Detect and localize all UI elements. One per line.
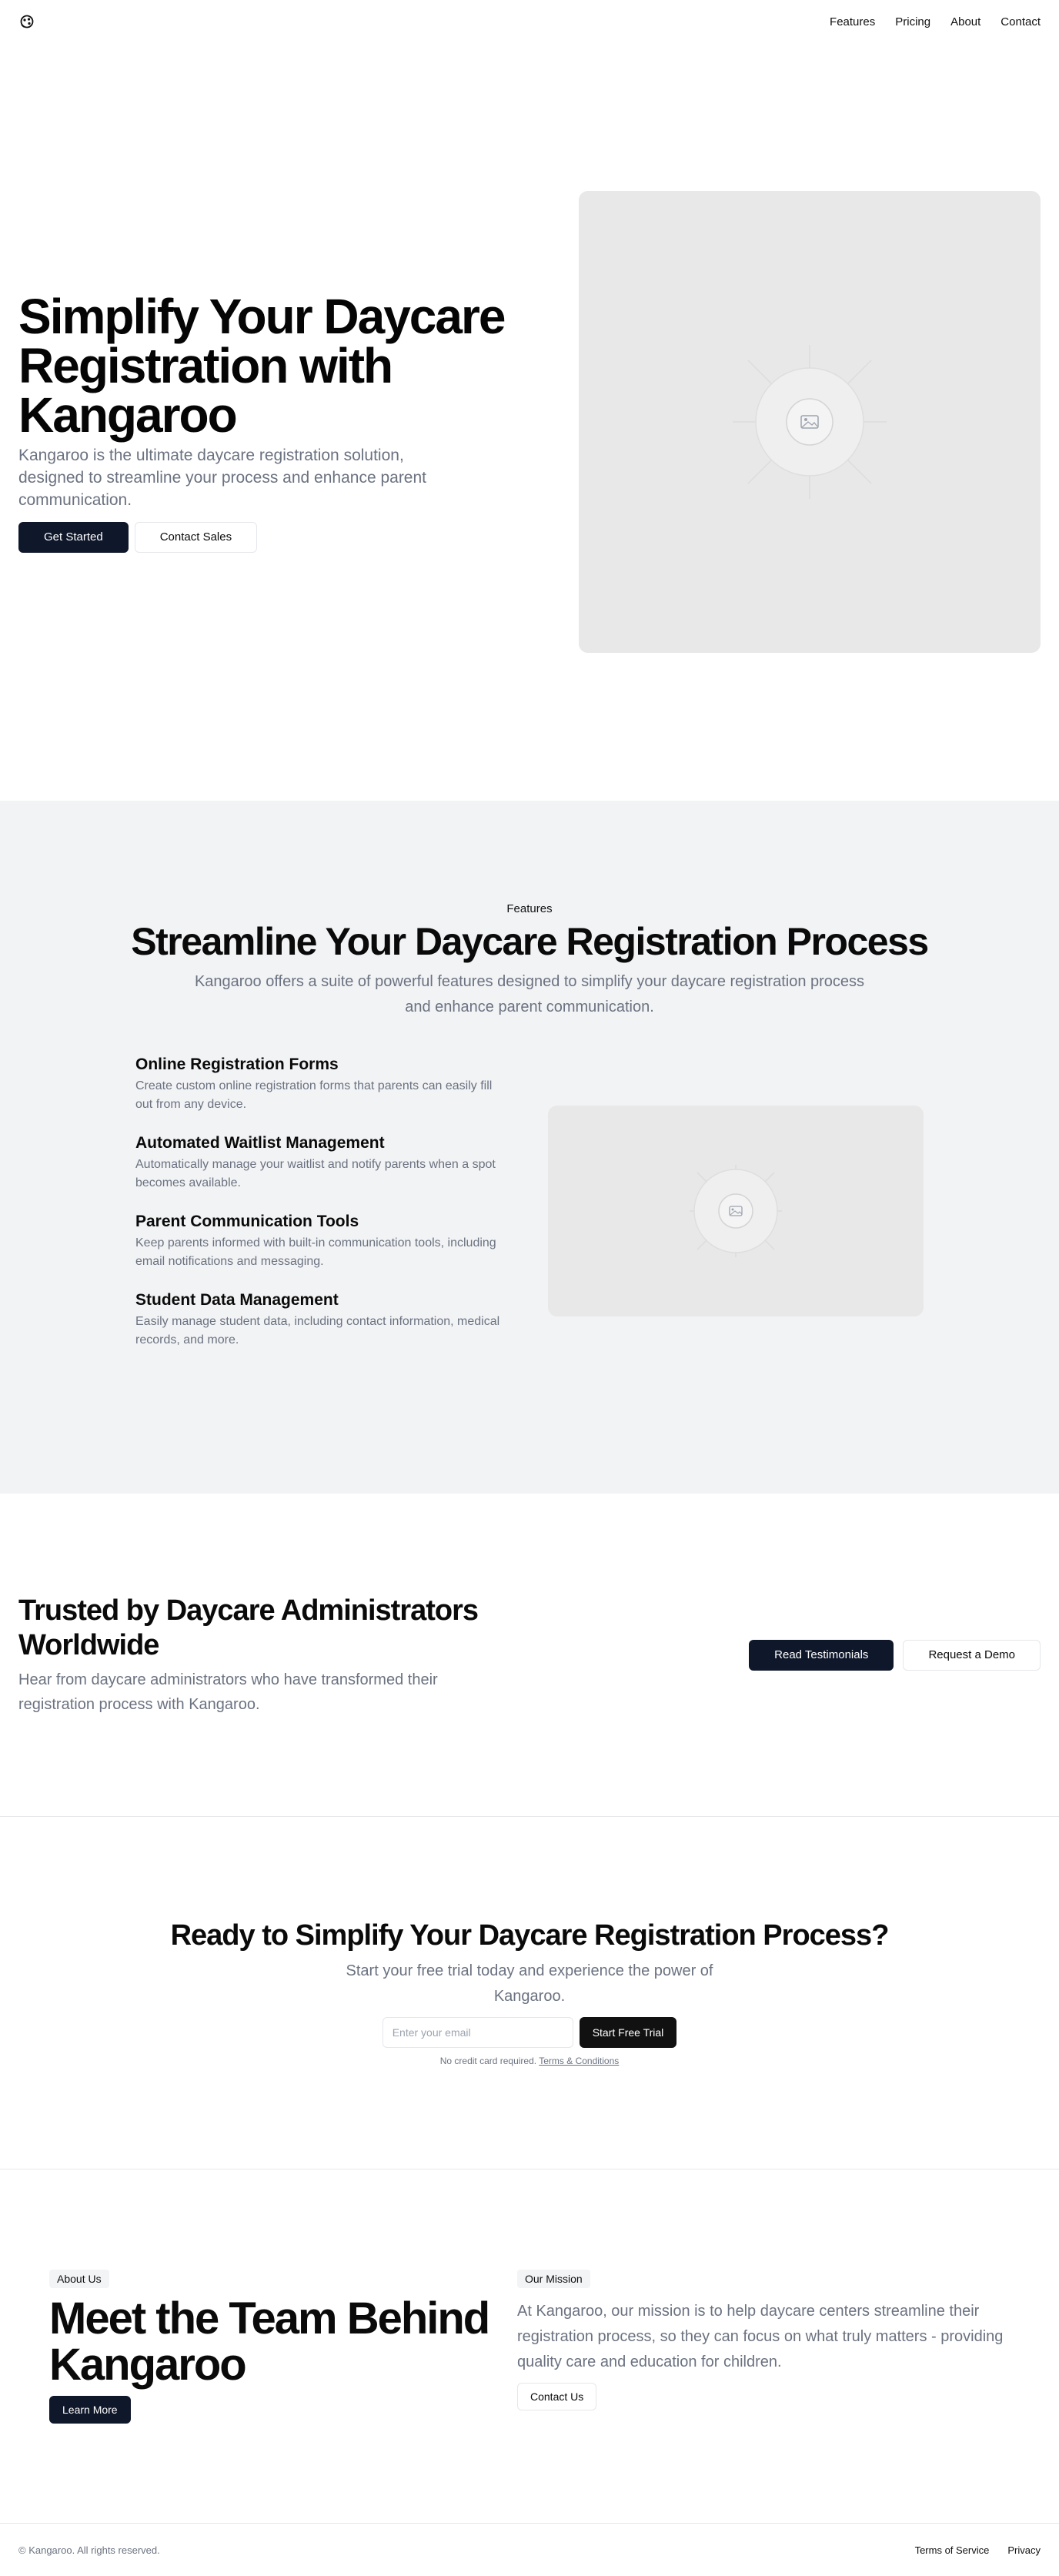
feature-description: Create custom online registration forms … <box>135 1079 493 1111</box>
nav-about[interactable]: About <box>950 15 980 28</box>
feature-item: Online Registration Forms Create custom … <box>135 1054 505 1114</box>
footer-links: Terms of Service Privacy <box>915 2544 1041 2556</box>
feature-list: Online Registration Forms Create custom … <box>135 1054 505 1368</box>
start-free-trial-button[interactable]: Start Free Trial <box>579 2017 677 2048</box>
hero-content: Simplify Your Daycare Registration with … <box>18 292 511 553</box>
features-eyebrow: Features <box>506 902 553 915</box>
main-nav: Features Pricing About Contact <box>830 15 1041 28</box>
features-image-placeholder <box>548 1106 924 1316</box>
learn-more-button[interactable]: Learn More <box>49 2396 131 2424</box>
nav-features[interactable]: Features <box>830 15 875 28</box>
copyright: © Kangaroo. All rights reserved. <box>18 2544 160 2556</box>
image-placeholder-icon <box>733 345 887 499</box>
testimonials-section: Trusted by Daycare Administrators Worldw… <box>0 1494 1059 1817</box>
feature-item: Student Data Management Easily manage st… <box>135 1290 505 1350</box>
feature-title: Online Registration Forms <box>135 1055 339 1073</box>
features-grid: Online Registration Forms Create custom … <box>135 1054 924 1368</box>
nav-pricing[interactable]: Pricing <box>895 15 930 28</box>
feature-title: Parent Communication Tools <box>135 1213 359 1230</box>
feature-description: Automatically manage your waitlist and n… <box>135 1158 496 1189</box>
read-testimonials-button[interactable]: Read Testimonials <box>749 1639 894 1671</box>
cta-subtitle: Start your free trial today and experien… <box>346 1962 713 2005</box>
testimonials-buttons: Read Testimonials Request a Demo <box>749 1639 1041 1671</box>
contact-sales-button[interactable]: Contact Sales <box>134 521 258 553</box>
feature-item: Parent Communication Tools Keep parents … <box>135 1211 505 1271</box>
feature-title: Student Data Management <box>135 1291 339 1309</box>
site-footer: © Kangaroo. All rights reserved. Terms o… <box>0 2524 1059 2576</box>
about-section: About Us Meet the Team Behind Kangaroo L… <box>0 2170 1059 2524</box>
testimonials-title: Trusted by Daycare Administrators Worldw… <box>18 1594 479 1661</box>
feature-description: Easily manage student data, including co… <box>135 1315 500 1347</box>
contact-us-button[interactable]: Contact Us <box>517 2383 597 2410</box>
email-input[interactable] <box>382 2017 573 2048</box>
mission-tag: Our Mission <box>517 2270 590 2288</box>
hero-subtitle: Kangaroo is the ultimate daycare registr… <box>18 446 427 509</box>
hero-image-placeholder <box>579 191 1041 653</box>
features-title: Streamline Your Daycare Registration Pro… <box>131 920 929 963</box>
feature-item: Automated Waitlist Management Automatica… <box>135 1132 505 1193</box>
cta-title: Ready to Simplify Your Daycare Registrat… <box>170 1919 890 1952</box>
about-tag: About Us <box>49 2270 109 2288</box>
image-placeholder-icon <box>690 1165 782 1257</box>
feature-description: Keep parents informed with built-in comm… <box>135 1236 496 1268</box>
hero-title: Simplify Your Daycare Registration with … <box>18 288 506 443</box>
hero-section: Simplify Your Daycare Registration with … <box>0 43 1059 801</box>
mission-text: At Kangaroo, our mission is to help dayc… <box>517 2303 1004 2370</box>
cta-section: Ready to Simplify Your Daycare Registrat… <box>0 1817 1059 2170</box>
features-lead: Kangaroo offers a suite of powerful feat… <box>194 973 865 1015</box>
about-title: Meet the Team Behind Kangaroo <box>49 2293 490 2390</box>
kangaroo-logo-icon[interactable] <box>18 13 35 30</box>
hero-buttons: Get Started Contact Sales <box>18 521 511 553</box>
about-team: About Us Meet the Team Behind Kangaroo L… <box>49 2270 511 2523</box>
no-credit-card-text: No credit card required. <box>439 2056 537 2066</box>
request-demo-button[interactable]: Request a Demo <box>903 1639 1041 1671</box>
privacy-link[interactable]: Privacy <box>1007 2544 1041 2556</box>
testimonials-subtitle: Hear from daycare administrators who hav… <box>18 1671 438 1713</box>
cta-note: No credit card required. Terms & Conditi… <box>0 2056 1059 2066</box>
features-section: Features Streamline Your Daycare Registr… <box>0 801 1059 1494</box>
terms-of-service-link[interactable]: Terms of Service <box>915 2544 990 2556</box>
nav-contact[interactable]: Contact <box>1001 15 1041 28</box>
about-mission: Our Mission At Kangaroo, our mission is … <box>517 2270 1010 2523</box>
terms-link[interactable]: Terms & Conditions <box>539 2056 619 2066</box>
get-started-button[interactable]: Get Started <box>18 521 129 553</box>
signup-form: Start Free Trial <box>0 2017 1059 2048</box>
feature-title: Automated Waitlist Management <box>135 1134 385 1152</box>
site-header: Features Pricing About Contact <box>0 0 1059 43</box>
testimonials-content: Trusted by Daycare Administrators Worldw… <box>18 1594 511 1717</box>
